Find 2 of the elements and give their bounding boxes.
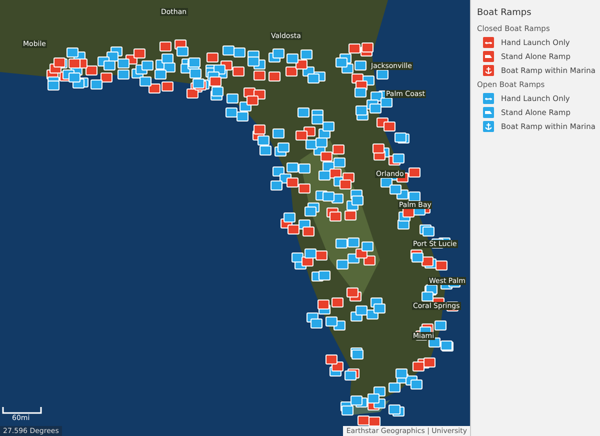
scale-bar-icon: [2, 406, 42, 414]
legend-title: Boat Ramps: [477, 8, 532, 18]
